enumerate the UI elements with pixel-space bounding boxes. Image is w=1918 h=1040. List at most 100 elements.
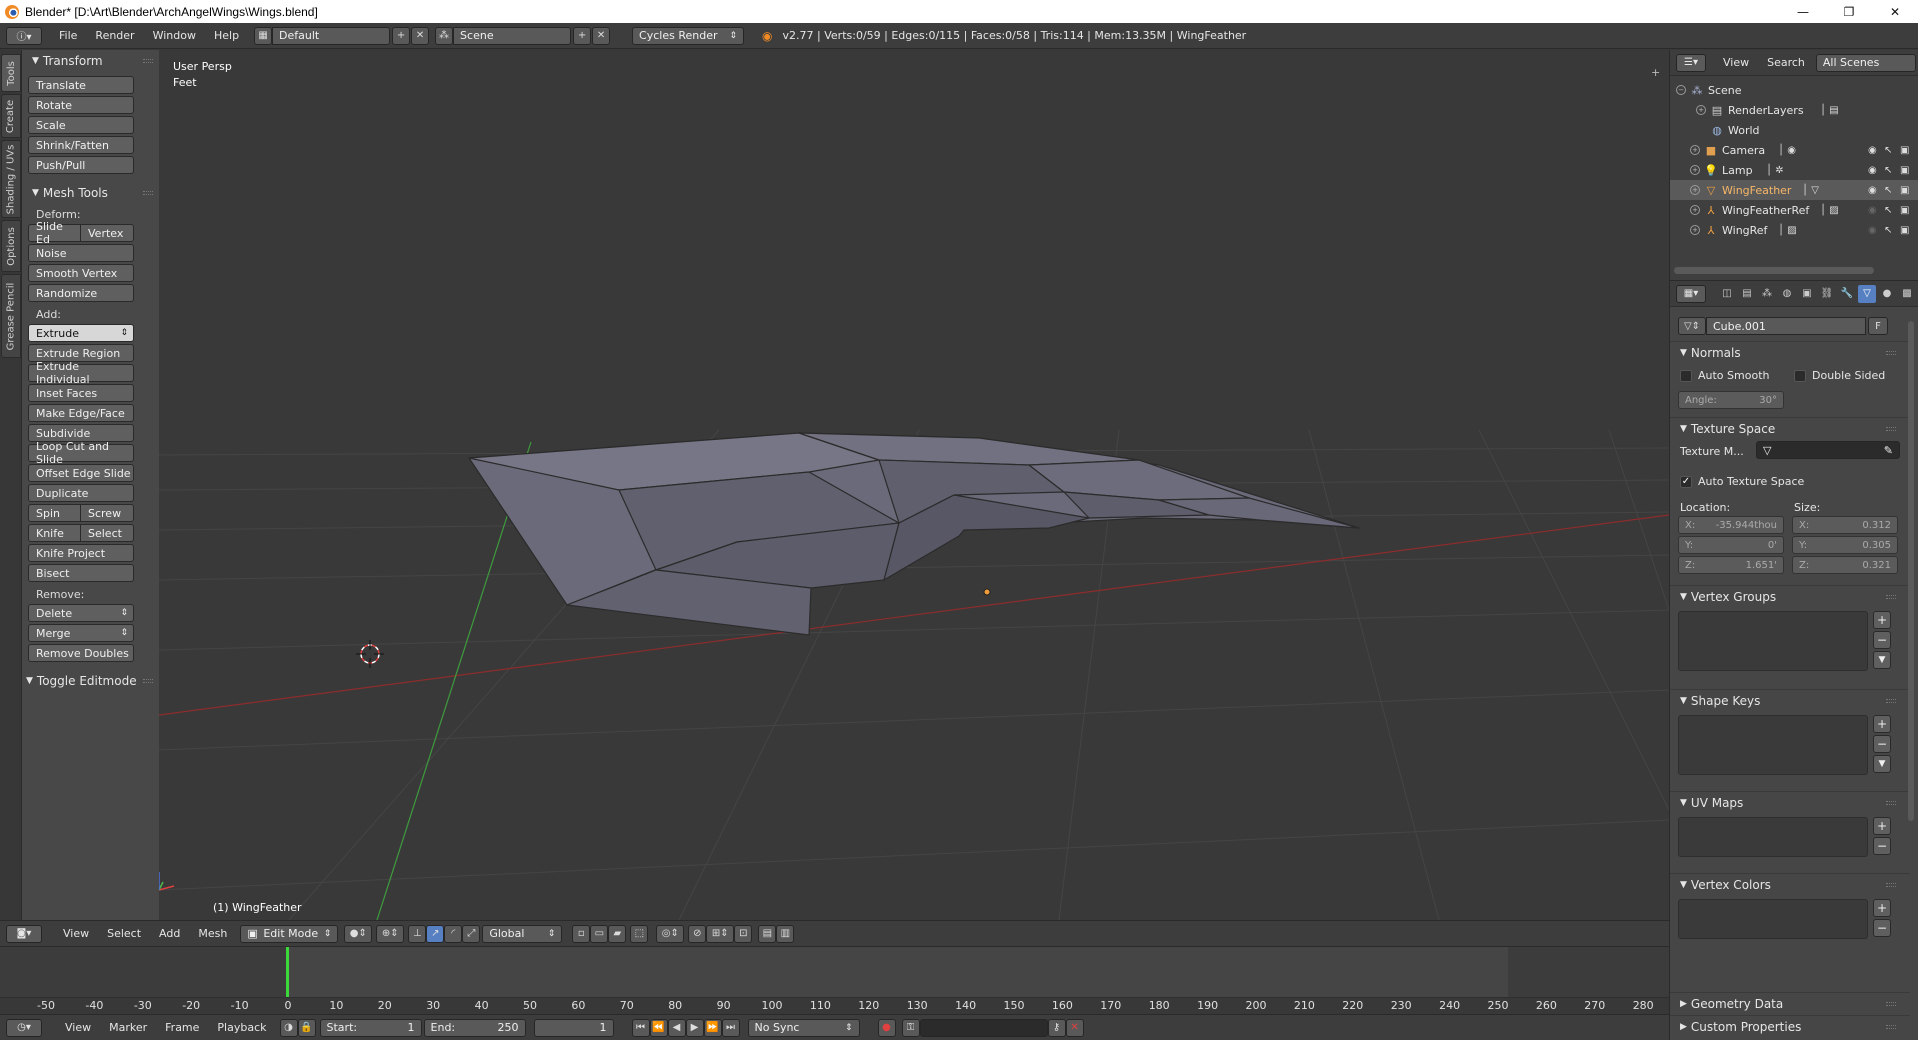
location-z-field[interactable]: Z: 1.651' [1678, 556, 1784, 574]
scale-button[interactable]: Scale [28, 116, 134, 134]
smooth-vertex-button[interactable]: Smooth Vertex [28, 264, 134, 282]
panel-grip-icon[interactable] [143, 679, 153, 683]
3d-viewport[interactable]: User Persp Feet (1) WingFeather + [159, 50, 1669, 920]
timeline[interactable]: -50 -40 -30 -20 -10 0 10 20 30 40 50 60 70 80 90 100 110… [0, 946, 1669, 1015]
checkbox-checked-icon[interactable]: ✓ [1680, 475, 1692, 488]
panel-normals-header[interactable]: ▼ Normals [1670, 341, 1910, 363]
menu-frame[interactable]: Frame [156, 1021, 208, 1034]
editor-type-timeline-button[interactable]: ◷▾ [6, 1018, 42, 1037]
auto-texture-space-checkbox[interactable]: ✓ Auto Texture Space [1680, 475, 1804, 488]
fake-user-button[interactable]: F [1868, 317, 1888, 335]
outliner-row-camera[interactable]: + ■ Camera │ ◉ ◉ ↖ ▣ [1670, 140, 1918, 160]
checkbox-icon[interactable] [1680, 369, 1692, 382]
panel-grip-icon[interactable] [1886, 699, 1896, 703]
outliner-row-renderlayers[interactable]: + ▤ RenderLayers │ ▤ [1670, 100, 1918, 120]
renderable-camera-icon[interactable]: ▣ [1900, 225, 1909, 236]
manipulator-toggle-icon[interactable]: ⊥ [408, 924, 427, 943]
tab-grease-pencil[interactable]: Grease Pencil [1, 274, 21, 358]
remove-doubles-button[interactable]: Remove Doubles [28, 644, 134, 662]
menu-timeline-view[interactable]: View [56, 1021, 100, 1034]
editor-type-properties-button[interactable]: ▦▾ [1676, 284, 1706, 303]
tab-tools[interactable]: Tools [1, 54, 21, 92]
snap-target-icon[interactable]: ⊡ [734, 924, 753, 943]
duplicate-button[interactable]: Duplicate [28, 484, 134, 502]
expand-icon[interactable]: + [1690, 205, 1700, 215]
viewport-shading-icon[interactable]: ●⇕ [344, 924, 373, 943]
mesh-data-context-icon[interactable]: ▽ [1858, 284, 1876, 303]
selectable-arrow-icon[interactable]: ↖ [1884, 225, 1892, 236]
visibility-eye-icon[interactable]: ◉ [1868, 145, 1877, 156]
rotate-manipulator-icon[interactable]: ◜ [444, 924, 463, 943]
expand-icon[interactable]: + [1690, 225, 1700, 235]
minimize-button[interactable]: — [1780, 0, 1826, 23]
object-origin-dot[interactable] [983, 588, 991, 596]
renderable-camera-icon[interactable]: ▣ [1900, 205, 1909, 216]
inset-faces-button[interactable]: Inset Faces [28, 384, 134, 402]
checkbox-icon[interactable] [1794, 369, 1806, 382]
location-x-field[interactable]: X: -35.944thou [1678, 516, 1784, 534]
visibility-eye-icon[interactable]: ◉ [1868, 185, 1877, 196]
menu-view[interactable]: View [54, 927, 98, 940]
remove-scene-icon[interactable]: ✕ [592, 26, 611, 45]
auto-smooth-checkbox[interactable]: Auto Smooth [1680, 369, 1769, 382]
shrink-fatten-button[interactable]: Shrink/Fatten [28, 136, 134, 154]
visibility-eye-icon[interactable]: ◉ [1868, 205, 1877, 216]
renderable-camera-icon[interactable]: ▣ [1900, 145, 1909, 156]
renderable-camera-icon[interactable]: ▣ [1900, 165, 1909, 176]
viewport-plus-icon[interactable]: + [1651, 66, 1660, 79]
wing-feather-mesh[interactable] [468, 432, 1360, 636]
remove-vertex-group-button[interactable]: − [1873, 631, 1891, 649]
menu-window[interactable]: Window [144, 29, 205, 42]
outliner-row-wingfeatherref[interactable]: + ⅄ WingFeatherRef │ ▨ ◉ ↖ ▣ [1670, 200, 1918, 220]
panel-mesh-tools-header[interactable]: ▼ Mesh Tools [22, 182, 159, 204]
size-z-field[interactable]: Z: 0.321 [1792, 556, 1898, 574]
expand-icon[interactable]: + [1696, 105, 1706, 115]
outliner-row-scene[interactable]: − ⁂ Scene [1670, 80, 1918, 100]
lock-frame-range-icon[interactable]: 🔒 [297, 1018, 316, 1037]
remove-uv-map-button[interactable]: − [1873, 837, 1891, 855]
noise-button[interactable]: Noise [28, 244, 134, 262]
slide-vertex-button[interactable]: Vertex [81, 224, 134, 242]
menu-select[interactable]: Select [98, 927, 150, 940]
object-context-icon[interactable]: ▣ [1798, 285, 1816, 303]
double-sided-checkbox[interactable]: Double Sided [1794, 369, 1885, 382]
panel-vertex-groups-header[interactable]: ▼ Vertex Groups [1670, 585, 1910, 607]
editor-type-3d-view-button[interactable]: ◙▾ [6, 924, 42, 943]
editor-type-info-button[interactable]: ⓘ▾ [6, 26, 42, 45]
renderable-camera-icon[interactable]: ▣ [1900, 185, 1909, 196]
extrude-dropdown[interactable]: Extrude [28, 324, 134, 342]
world-context-icon[interactable]: ◍ [1778, 285, 1796, 303]
vertex-colors-list[interactable] [1678, 899, 1868, 939]
record-icon[interactable]: ● [877, 1018, 896, 1037]
opengl-render-icon[interactable]: ▤ [758, 924, 777, 943]
start-frame-field[interactable]: Start: 1 [319, 1018, 422, 1037]
screen-layout-field[interactable]: Default [272, 26, 391, 45]
menu-playback[interactable]: Playback [208, 1021, 275, 1034]
outliner-row-world[interactable]: ◍ World [1670, 120, 1918, 140]
render-context-icon[interactable]: ◫ [1718, 285, 1736, 303]
add-vertex-color-button[interactable]: + [1873, 899, 1891, 917]
render-layers-context-icon[interactable]: ▤ [1738, 285, 1756, 303]
add-layout-icon[interactable]: + [392, 26, 411, 45]
push-pull-button[interactable]: Push/Pull [28, 156, 134, 174]
remove-layout-icon[interactable]: ✕ [411, 26, 430, 45]
selectable-arrow-icon[interactable]: ↖ [1884, 145, 1892, 156]
sync-mode-dropdown[interactable]: No Sync ⇕ [747, 1018, 860, 1037]
texture-mesh-field[interactable]: ▽ ✎ [1756, 441, 1900, 459]
panel-grip-icon[interactable] [1886, 883, 1896, 887]
selectable-arrow-icon[interactable]: ↖ [1884, 165, 1892, 176]
play-icon[interactable]: ▶ [685, 1018, 704, 1037]
snap-element-icon[interactable]: ⊞⇕ [706, 924, 735, 943]
display-mode-dropdown[interactable]: All Scenes [1815, 53, 1916, 72]
panel-grip-icon[interactable] [143, 191, 153, 195]
screen-layout-icon[interactable]: ▦ [254, 26, 273, 45]
maximize-button[interactable]: ❐ [1826, 0, 1872, 23]
panel-grip-icon[interactable] [1886, 1002, 1896, 1006]
vertex-groups-list[interactable] [1678, 611, 1868, 671]
insert-keyframe-icon[interactable]: ⚷ [1047, 1018, 1066, 1037]
jump-to-keyframe-back-icon[interactable]: ⏪ [649, 1018, 668, 1037]
panel-texture-space-header[interactable]: ▼ Texture Space [1670, 417, 1910, 439]
loop-cut-and-slide-button[interactable]: Loop Cut and Slide [28, 440, 134, 466]
mesh-datablock-browse-icon[interactable]: ▽⇕ [1678, 317, 1706, 335]
screw-button[interactable]: Screw [81, 504, 134, 522]
